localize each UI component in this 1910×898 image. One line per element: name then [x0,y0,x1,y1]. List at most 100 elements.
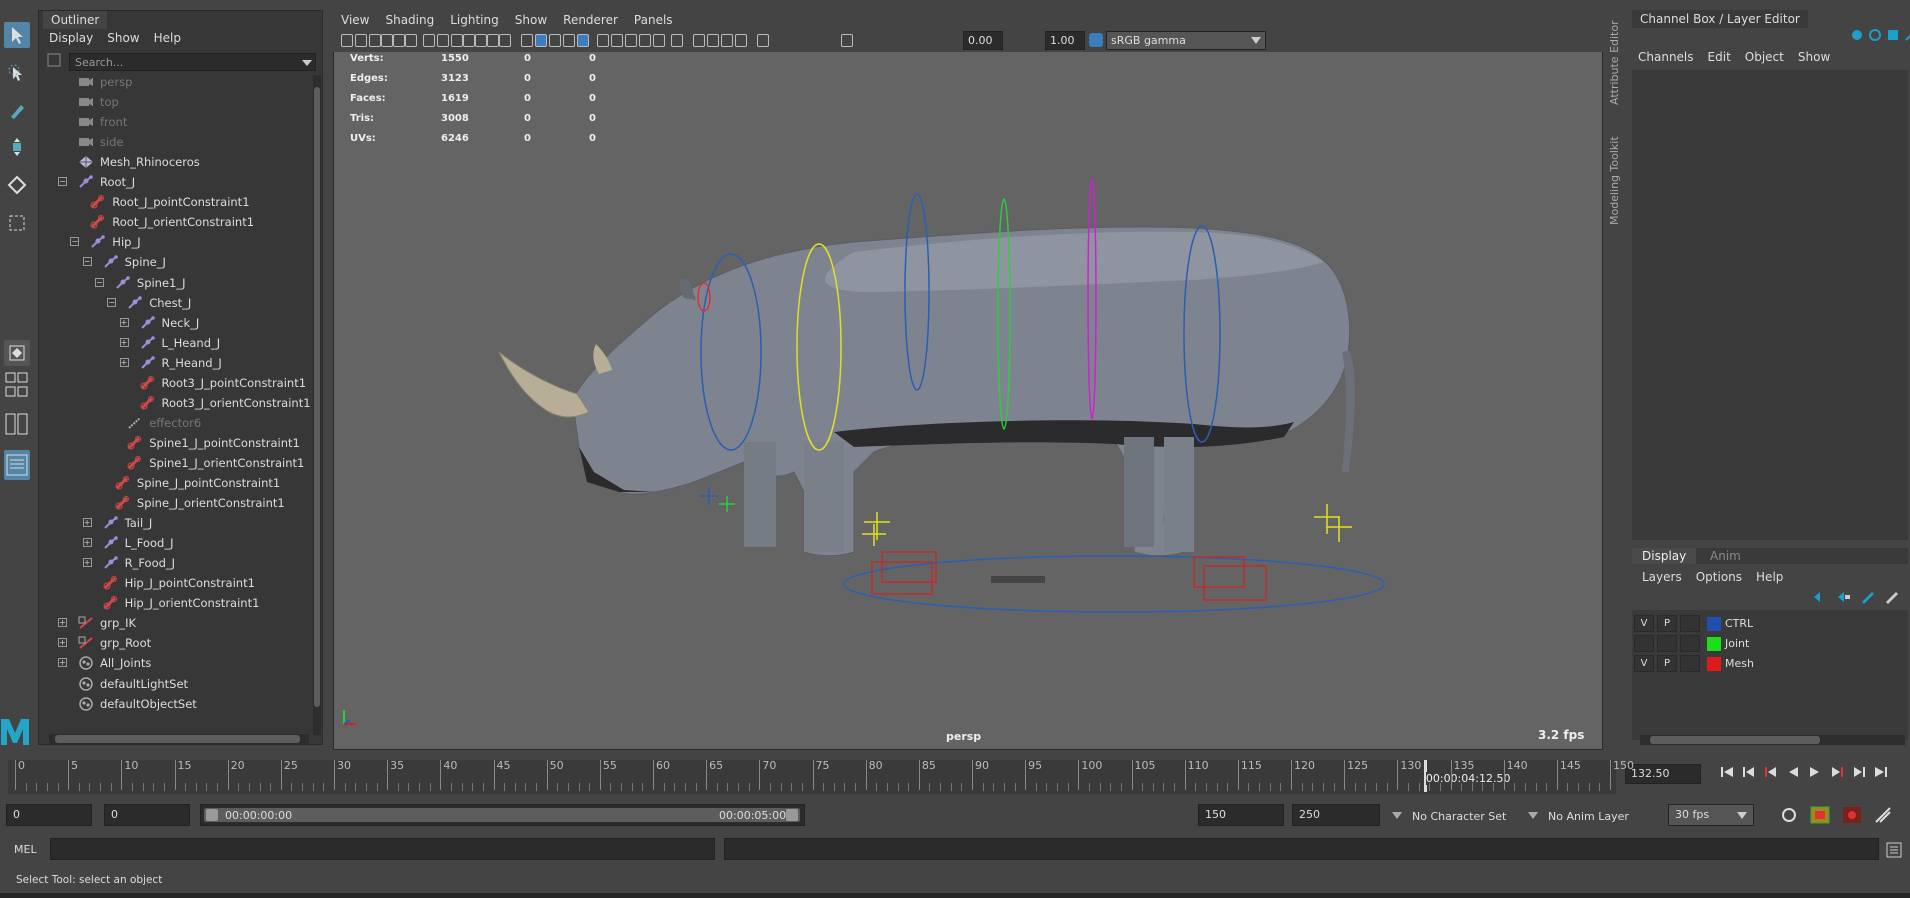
expand-toggle-icon[interactable]: − [94,277,104,287]
expand-toggle-icon[interactable]: + [58,618,67,628]
range-start-handle[interactable] [206,809,218,821]
wireframe-icon[interactable] [521,34,533,47]
attribute-editor-tab[interactable]: Attribute Editor [1608,20,1621,105]
outliner-item[interactable]: Tail_J [103,513,152,533]
gamma-icon[interactable] [841,34,853,47]
animation-start-field[interactable]: 0 [6,804,92,826]
layout-outliner-icon[interactable] [4,450,30,480]
go-to-start-icon[interactable] [1720,765,1734,779]
motion-blur-icon[interactable] [639,34,651,47]
fps-select[interactable]: 30 fps [1668,804,1754,826]
command-language-label[interactable]: MEL [14,843,37,856]
lasso-tool-icon[interactable] [4,60,30,86]
outliner-item[interactable]: R_Food_J [103,553,175,573]
outliner-item[interactable]: front [78,112,127,132]
step-forward-frame-icon[interactable] [1830,765,1844,779]
new-layer-from-selected-icon[interactable] [1884,590,1900,604]
paint-select-icon[interactable] [4,98,30,124]
outliner-item[interactable]: top [78,92,119,112]
expand-toggle-icon[interactable]: − [107,297,117,307]
layer-color-swatch[interactable] [1707,616,1721,631]
animation-preferences-icon[interactable] [1874,806,1892,824]
outliner-item[interactable]: Root3_J_pointConstraint1 [140,373,306,393]
color-management-icon[interactable] [1089,33,1103,47]
new-layer-icon[interactable] [1860,590,1876,604]
layer-color-swatch[interactable] [1707,656,1721,671]
safe-action-icon[interactable] [487,34,499,47]
anim-layer-select[interactable]: No Anim Layer [1528,806,1629,826]
loop-icon[interactable] [1780,806,1798,824]
outliner-item[interactable]: L_Food_J [103,533,173,553]
expand-toggle-icon[interactable]: + [82,518,92,528]
camera-attributes-icon[interactable] [355,34,367,47]
default-material-icon[interactable] [549,34,561,47]
outliner-item[interactable]: Spine_J_orientConstraint1 [115,493,285,513]
field-chart-icon[interactable] [475,34,487,47]
expand-toggle-icon[interactable]: − [58,177,67,187]
shadows-icon[interactable] [611,34,623,47]
tool-settings-icon[interactable] [1886,28,1900,42]
current-frame-field[interactable]: 132.50 [1625,764,1701,784]
outliner-tab[interactable]: Outliner [43,11,108,29]
image-plane-icon[interactable] [381,34,393,47]
outliner-item[interactable]: Root_J_orientConstraint1 [90,212,254,232]
outliner-item[interactable]: Hip_J_pointConstraint1 [103,573,255,593]
safe-title-icon[interactable] [499,34,511,47]
outliner-item[interactable]: Spine_J [103,252,166,272]
options-menu[interactable]: Options [1696,570,1742,584]
show-menu[interactable]: Show [1798,50,1830,64]
visibility-toggle[interactable] [1634,635,1654,652]
channel-toggle-icon[interactable] [1850,28,1864,42]
layer-color-swatch[interactable] [1707,636,1721,651]
command-input[interactable] [50,838,715,860]
outliner-item[interactable]: Spine1_J_pointConstraint1 [127,433,300,453]
modeling-toolkit-tab[interactable]: Modeling Toolkit [1608,130,1621,225]
modeling-toolkit-icon[interactable] [1904,28,1910,42]
play-forward-icon[interactable] [1808,765,1822,779]
visibility-toggle[interactable]: V [1634,615,1654,632]
screen-space-ao-icon[interactable] [625,34,637,47]
viewport-menu-view[interactable]: View [341,13,369,27]
filter-icon[interactable] [47,53,61,70]
layer-scrollbar[interactable] [1640,735,1905,745]
display-layer-tab[interactable]: Display [1632,548,1697,564]
outliner-item[interactable]: All_Joints [78,653,151,673]
outliner-item[interactable]: L_Heand_J [140,333,220,353]
expand-toggle-icon[interactable]: + [58,638,67,648]
outliner-item[interactable]: Root_J [78,172,135,192]
display-type-toggle[interactable] [1680,635,1700,652]
outliner-item[interactable]: Spine1_J [115,273,186,293]
expand-toggle-icon[interactable]: + [119,337,129,347]
search-dropdown-icon[interactable] [301,57,313,70]
smooth-shade-icon[interactable] [535,34,547,47]
display-type-toggle[interactable] [1680,655,1700,672]
anim-layer-tab[interactable]: Anim [1710,549,1741,563]
outliner-item[interactable]: defaultObjectSet [78,694,197,714]
outliner-item[interactable]: defaultLightSet [78,674,188,694]
xray-icon[interactable] [707,34,719,47]
playback-end-field[interactable]: 150 [1198,804,1284,826]
resolution-gate-icon[interactable] [451,34,463,47]
xray-joints-icon[interactable] [721,34,733,47]
display-layer-row[interactable]: V P Mesh [1634,654,1904,673]
gate-mask-icon[interactable] [463,34,475,47]
film-gate-icon[interactable] [437,34,449,47]
edit-menu[interactable]: Edit [1708,50,1731,64]
use-all-lights-icon[interactable] [597,34,609,47]
expand-toggle-icon[interactable]: − [82,257,92,267]
rotate-tool-icon[interactable] [4,172,30,198]
expand-toggle-icon[interactable]: + [82,538,92,548]
textured-icon[interactable] [577,34,589,47]
channel-box-tab[interactable]: Channel Box / Layer Editor [1632,10,1808,28]
bookmark-icon[interactable] [369,34,381,47]
expand-toggle-icon[interactable]: + [119,317,129,327]
move-tool-icon[interactable] [4,134,30,160]
outliner-scrollbar[interactable] [313,75,321,735]
outliner-item[interactable]: Neck_J [140,313,199,333]
step-back-frame-icon[interactable] [1764,765,1778,779]
exposure-icon[interactable] [757,34,769,47]
viewport-menu-panels[interactable]: Panels [634,13,673,27]
display-layer-row[interactable]: Joint [1634,634,1904,653]
outliner-hscrollbar[interactable] [49,734,309,744]
outliner-item[interactable]: effector6 [127,413,201,433]
